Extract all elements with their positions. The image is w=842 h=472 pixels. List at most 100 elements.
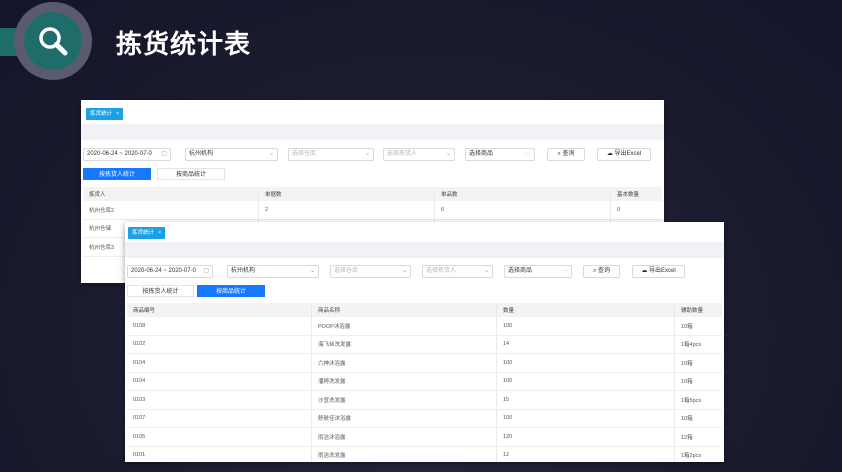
column-header: 商品编号 xyxy=(127,303,312,317)
org-select[interactable]: 杭州机构 ⌄ xyxy=(185,148,278,161)
cell: 0104 xyxy=(127,353,312,373)
cell: 0108 xyxy=(127,317,312,336)
cell: 1箱5pcs xyxy=(674,390,722,410)
cell: 12箱 xyxy=(674,427,722,447)
cell: 0103 xyxy=(127,390,312,410)
cell: 12 xyxy=(496,446,675,462)
goods-select[interactable]: 选择商品 ··· xyxy=(465,148,535,161)
chevron-down-icon: ⌄ xyxy=(364,151,370,157)
cell: 100 xyxy=(496,409,675,428)
cell: 6 xyxy=(434,201,611,220)
screenshot-by-goods: 拣货统计 × 2020-06-24 ~ 2020-07-0 ▢ 杭州机构 ⌄ 选择仓库… xyxy=(125,222,724,462)
picker-placeholder: 选择拣货人 xyxy=(426,268,457,274)
search-icon xyxy=(39,27,68,56)
export-excel-button[interactable]: ☁ 导出Excel xyxy=(597,148,651,161)
calendar-icon: ▢ xyxy=(203,268,209,274)
cell: 120 xyxy=(496,427,675,447)
table-row[interactable]: 0103 沙宣洗发露 15 1箱5pcs xyxy=(127,390,722,410)
column-header: 基本数量 xyxy=(610,187,662,201)
search-button[interactable]: ⌕ 查询 xyxy=(583,265,620,278)
export-excel-button[interactable]: ☁ 导出Excel xyxy=(632,265,685,278)
warehouse-placeholder: 选择仓库 xyxy=(292,151,317,157)
logo-ring xyxy=(14,2,92,80)
date-range-input[interactable]: 2020-06-24 ~ 2020-07-0 ▢ xyxy=(127,265,213,278)
search-icon: ⌕ xyxy=(557,151,561,157)
table-row[interactable]: 0104 潘婷洗发露 100 10箱 xyxy=(127,372,722,391)
export-label: 导出Excel xyxy=(614,151,642,157)
table-row[interactable]: 0108 POOP沐浴露 100 10箱 xyxy=(127,317,722,336)
date-range-input[interactable]: 2020-06-24 ~ 2020-07-0 ▢ xyxy=(83,148,171,161)
tab-by-picker[interactable]: 按拣货人统计 xyxy=(127,285,194,297)
goods-value: 选择商品 xyxy=(469,151,494,157)
search-icon: ⌕ xyxy=(592,268,597,274)
slide-title: 拣货统计表 xyxy=(116,29,252,59)
close-icon[interactable]: × xyxy=(116,111,119,117)
cell: 潘婷洗发露 xyxy=(311,372,497,391)
table-row[interactable]: 0104 六神沐浴露 100 10箱 xyxy=(127,353,722,373)
picker-placeholder: 选择拣货人 xyxy=(387,151,418,157)
picker-select[interactable]: 选择拣货人 ⌄ xyxy=(383,148,455,161)
table-row[interactable]: 0105 雨洁沐浴露 120 12箱 xyxy=(127,427,722,447)
tab-by-picker[interactable]: 按拣货人统计 xyxy=(83,168,151,180)
table-row[interactable]: 杭州仓库2 2 6 0 xyxy=(83,201,662,220)
toolbar-strip xyxy=(81,124,664,140)
tab-by-goods[interactable]: 按商品统计 xyxy=(197,285,265,297)
export-label: 导出Excel xyxy=(648,268,676,274)
org-value: 杭州机构 xyxy=(231,268,256,274)
close-icon[interactable]: × xyxy=(158,230,161,236)
table-header-row: 拣货人 单据数 单品数 基本数量 xyxy=(83,187,662,201)
cell: 0102 xyxy=(127,335,312,354)
column-header: 单品数 xyxy=(434,187,611,201)
column-header: 商品名称 xyxy=(311,303,497,317)
cell: 海飞丝洗发露 xyxy=(311,335,497,354)
search-label: 查询 xyxy=(598,268,611,274)
table-header-row: 商品编号 商品名称 数量 辅助数量 xyxy=(127,303,722,317)
calendar-icon: ▢ xyxy=(161,151,167,157)
warehouse-select[interactable]: 选择仓库 ⌄ xyxy=(330,265,411,278)
table-row[interactable]: 0101 雨洁洗发露 12 1箱2pcs xyxy=(127,446,722,462)
cell: 100 xyxy=(496,317,675,336)
cloud-download-icon: ☁ xyxy=(606,151,613,157)
table-row[interactable]: 0102 海飞丝洗发露 14 1箱4pcs xyxy=(127,335,722,354)
cell: 0104 xyxy=(127,372,312,391)
cell: 15 xyxy=(496,390,675,410)
picker-select[interactable]: 选择拣货人 ⌄ xyxy=(422,265,493,278)
more-icon: ··· xyxy=(525,151,531,157)
cell: 10箱 xyxy=(674,353,722,373)
org-select[interactable]: 杭州机构 ⌄ xyxy=(227,265,319,278)
cell: 0105 xyxy=(127,427,312,447)
tab-pick-stats[interactable]: 拣货统计 × xyxy=(128,227,166,239)
cell: 10箱 xyxy=(674,409,722,428)
cell: 100 xyxy=(496,372,675,391)
goods-select[interactable]: 选择商品 ··· xyxy=(504,265,572,278)
cell: POOP沐浴露 xyxy=(311,317,497,336)
warehouse-select[interactable]: 选择仓库 ⌄ xyxy=(288,148,374,161)
cell: 1箱2pcs xyxy=(674,446,722,462)
warehouse-placeholder: 选择仓库 xyxy=(334,268,359,274)
cell: 100 xyxy=(496,353,675,373)
cell: 14 xyxy=(496,335,675,354)
cell: 杭州仓库2 xyxy=(83,201,259,220)
goods-value: 选择商品 xyxy=(508,268,533,274)
cell: 舒肤佳沐浴露 xyxy=(311,409,497,428)
column-header: 数量 xyxy=(496,303,675,317)
more-icon: ··· xyxy=(562,268,568,274)
cell: 0107 xyxy=(127,409,312,428)
date-range-value: 2020-06-24 ~ 2020-07-0 xyxy=(131,268,196,274)
tab-label: 拣货统计 xyxy=(90,111,113,117)
goods-stats-table: 商品编号 商品名称 数量 辅助数量 0108 POOP沐浴露 100 10箱 0102 海… xyxy=(127,303,722,462)
cell: 1箱4pcs xyxy=(674,335,722,354)
tab-pick-stats[interactable]: 拣货统计 × xyxy=(86,108,124,120)
date-range-value: 2020-06-24 ~ 2020-07-0 xyxy=(87,151,152,157)
search-button[interactable]: ⌕ 查询 xyxy=(547,148,585,161)
table-row[interactable]: 0107 舒肤佳沐浴露 100 10箱 xyxy=(127,409,722,428)
org-value: 杭州机构 xyxy=(189,151,214,157)
cell: 沙宣洗发露 xyxy=(311,390,497,410)
chevron-down-icon: ⌄ xyxy=(401,268,407,274)
column-header: 拣货人 xyxy=(83,187,259,201)
cell: 0101 xyxy=(127,446,312,462)
tab-by-goods[interactable]: 按商品统计 xyxy=(157,168,225,180)
chevron-down-icon: ⌄ xyxy=(309,268,315,274)
cloud-download-icon: ☁ xyxy=(641,268,648,274)
column-header: 单据数 xyxy=(258,187,435,201)
